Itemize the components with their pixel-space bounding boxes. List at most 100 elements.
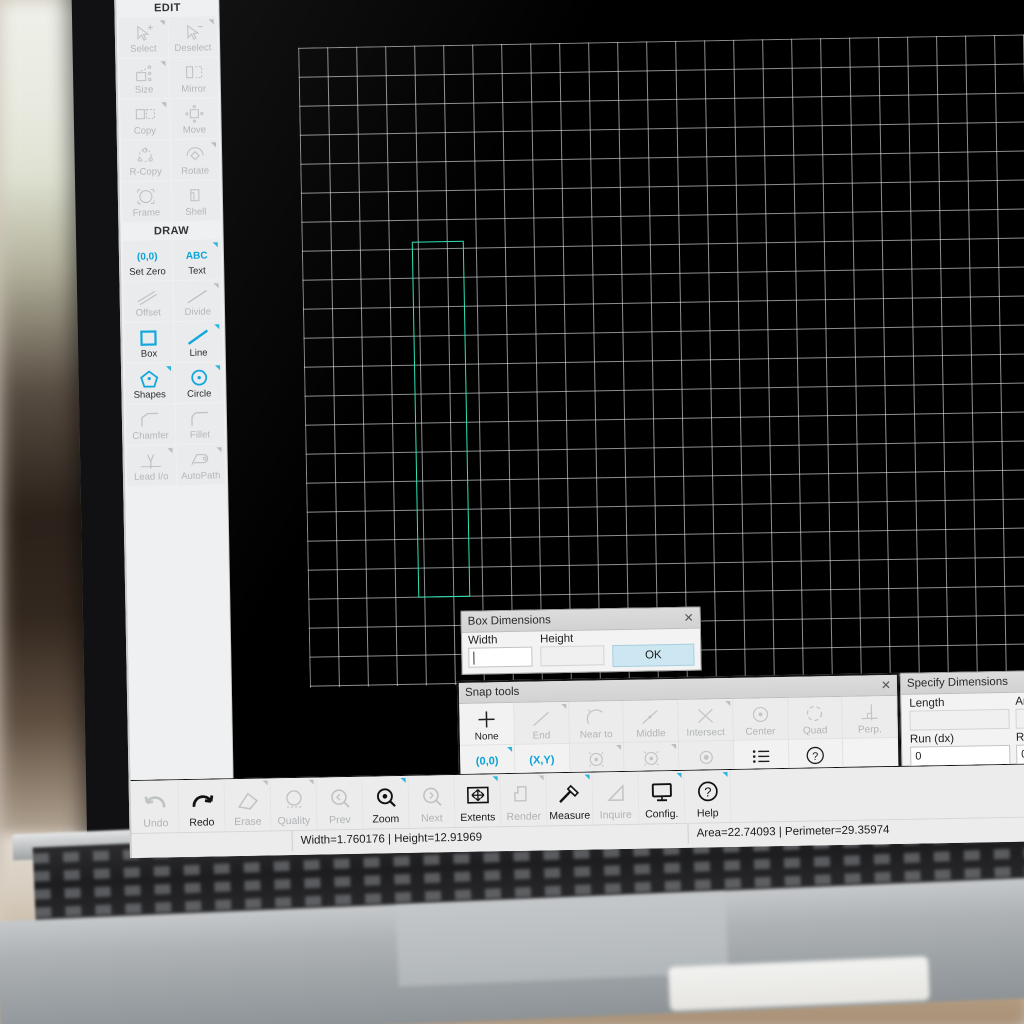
corner-marker	[676, 772, 682, 778]
copy-icon	[133, 104, 156, 126]
snap-perp-button[interactable]: Perp.	[842, 695, 898, 739]
origin-text-icon: (0,0)	[137, 245, 158, 267]
tool-line[interactable]: Line	[173, 321, 223, 363]
corner-marker	[492, 776, 498, 782]
bottom-quality-button[interactable]: Quality	[270, 777, 318, 831]
snap-near-to-button[interactable]: Near to	[568, 700, 625, 744]
snap-tools-grid: None End Near to Middle Intersect Center…	[459, 695, 899, 779]
bottom-undo-button[interactable]: Undo	[132, 780, 180, 833]
origin-text: (0,0)	[475, 755, 499, 768]
corner-marker	[616, 744, 622, 751]
corner-marker	[560, 703, 566, 710]
tool-circle[interactable]: Circle	[174, 362, 224, 404]
tool-frame[interactable]: Frame	[121, 181, 171, 223]
bottom-measure-button[interactable]: Measure	[546, 772, 594, 826]
tool-rotate[interactable]: Rotate	[170, 139, 220, 181]
corner-marker	[506, 746, 512, 753]
box-square-icon	[137, 327, 161, 349]
bottom-help-button[interactable]: ? Help	[684, 769, 732, 823]
tool-shell[interactable]: Shell	[171, 180, 221, 222]
button-label: Erase	[234, 815, 262, 829]
bottom-erase-button[interactable]: Erase	[224, 778, 272, 832]
tool-shapes[interactable]: Shapes	[124, 363, 175, 405]
undo-arrow-icon	[141, 787, 170, 818]
tool-size[interactable]: Size	[119, 58, 169, 100]
tool-label: Move	[182, 124, 207, 136]
bottom-config-button[interactable]: Config.	[638, 770, 686, 824]
tool-label: Set Zero	[129, 266, 166, 278]
abc-text: ABC	[185, 249, 208, 262]
tool-select[interactable]: Select	[118, 17, 168, 59]
snap-center-button[interactable]: Center	[732, 697, 789, 741]
corner-marker	[216, 447, 222, 453]
button-label: Quality	[277, 814, 311, 828]
render-icon	[509, 781, 538, 812]
bottom-redo-button[interactable]: Redo	[178, 779, 226, 833]
tool-r-copy[interactable]: R-Copy	[120, 140, 171, 182]
question-circle-icon: ?	[693, 777, 722, 808]
close-icon[interactable]: ✕	[684, 611, 694, 625]
width-input[interactable]	[468, 646, 533, 668]
tool-mirror[interactable]: Mirror	[168, 57, 219, 99]
angle-input[interactable]	[1015, 706, 1024, 729]
mirror-icon	[182, 63, 204, 85]
corner-marker	[212, 242, 218, 248]
eraser-icon	[233, 786, 262, 817]
tool-offset[interactable]: Offset	[123, 281, 173, 323]
bottom-render-button[interactable]: Render	[500, 773, 548, 827]
status-area-perimeter: Area=22.74093 | Perimeter=29.35974	[696, 823, 890, 840]
corner-marker	[213, 283, 219, 289]
snap-end-button[interactable]: End	[513, 701, 570, 745]
tool-box[interactable]: Box	[124, 322, 174, 364]
snap-quad-button[interactable]: Quad	[787, 696, 844, 740]
tool-divide[interactable]: Divide	[172, 280, 223, 322]
run-input[interactable]: 0	[910, 744, 1011, 767]
bottom-zoom-button[interactable]: Zoom	[362, 775, 410, 829]
tool-move[interactable]: Move	[169, 98, 219, 140]
tool-copy[interactable]: Copy	[120, 99, 170, 141]
tool-deselect[interactable]: Deselect	[168, 16, 218, 58]
ok-button[interactable]: OK	[612, 643, 695, 668]
corner-marker	[724, 700, 731, 707]
reference-dot-icon	[695, 745, 717, 769]
corner-marker	[584, 774, 590, 780]
bottom-prev-button[interactable]: Prev	[316, 776, 364, 830]
height-input[interactable]	[540, 645, 605, 667]
corner-marker	[160, 102, 166, 108]
cursor-minus-icon	[181, 22, 203, 44]
snap-label: Near to	[579, 729, 613, 741]
rise-input[interactable]: 0	[1016, 742, 1024, 765]
tool-label: Size	[134, 84, 154, 96]
drawn-rectangle-shape[interactable]	[411, 240, 471, 598]
length-input[interactable]	[909, 708, 1010, 731]
close-icon[interactable]: ✕	[881, 678, 891, 692]
snap-label: None	[474, 731, 499, 743]
bottom-next-button[interactable]: Next	[408, 775, 456, 828]
sidebar-draw-tools: (0,0) Set Zero ABC Text Offset Divide Bo…	[121, 239, 227, 486]
laptop-screen: Elements used: 0 Snap Grid: OFF Snap Gri…	[113, 0, 1024, 859]
bottom-inquire-button[interactable]: Inquire	[592, 771, 640, 825]
drawing-canvas[interactable]: Box Dimensions ✕ Width Height OK Snap to…	[219, 0, 1024, 779]
tool-chamfer[interactable]: Chamfer	[125, 404, 175, 445]
tool-fillet[interactable]: Fillet	[175, 403, 225, 445]
cursor-plus-icon	[132, 22, 154, 44]
tool-set-zero[interactable]: (0,0) Set Zero	[122, 240, 172, 282]
abc-text-icon: ABC	[186, 244, 208, 266]
snap-none-button[interactable]: None	[459, 702, 515, 746]
tool-lead-io[interactable]: Lead I/o	[126, 445, 176, 486]
shell-icon	[184, 185, 206, 207]
snap-label: End	[532, 730, 551, 742]
tool-label: Select	[130, 43, 157, 55]
bottom-extents-button[interactable]: Extents	[454, 774, 502, 828]
xy-text-icon: (X,Y)	[529, 748, 554, 772]
tool-autopath[interactable]: AutoPath	[175, 444, 226, 486]
move-icon	[183, 104, 205, 126]
snap-middle-button[interactable]: Middle	[623, 699, 679, 743]
canvas-grid	[298, 33, 1024, 688]
button-label: Undo	[143, 817, 169, 830]
circle-center-icon	[749, 702, 771, 726]
tool-text[interactable]: ABC Text	[172, 239, 222, 281]
snap-intersect-button[interactable]: Intersect	[678, 698, 734, 742]
corner-marker	[671, 743, 677, 750]
divide-line-icon	[184, 285, 210, 307]
